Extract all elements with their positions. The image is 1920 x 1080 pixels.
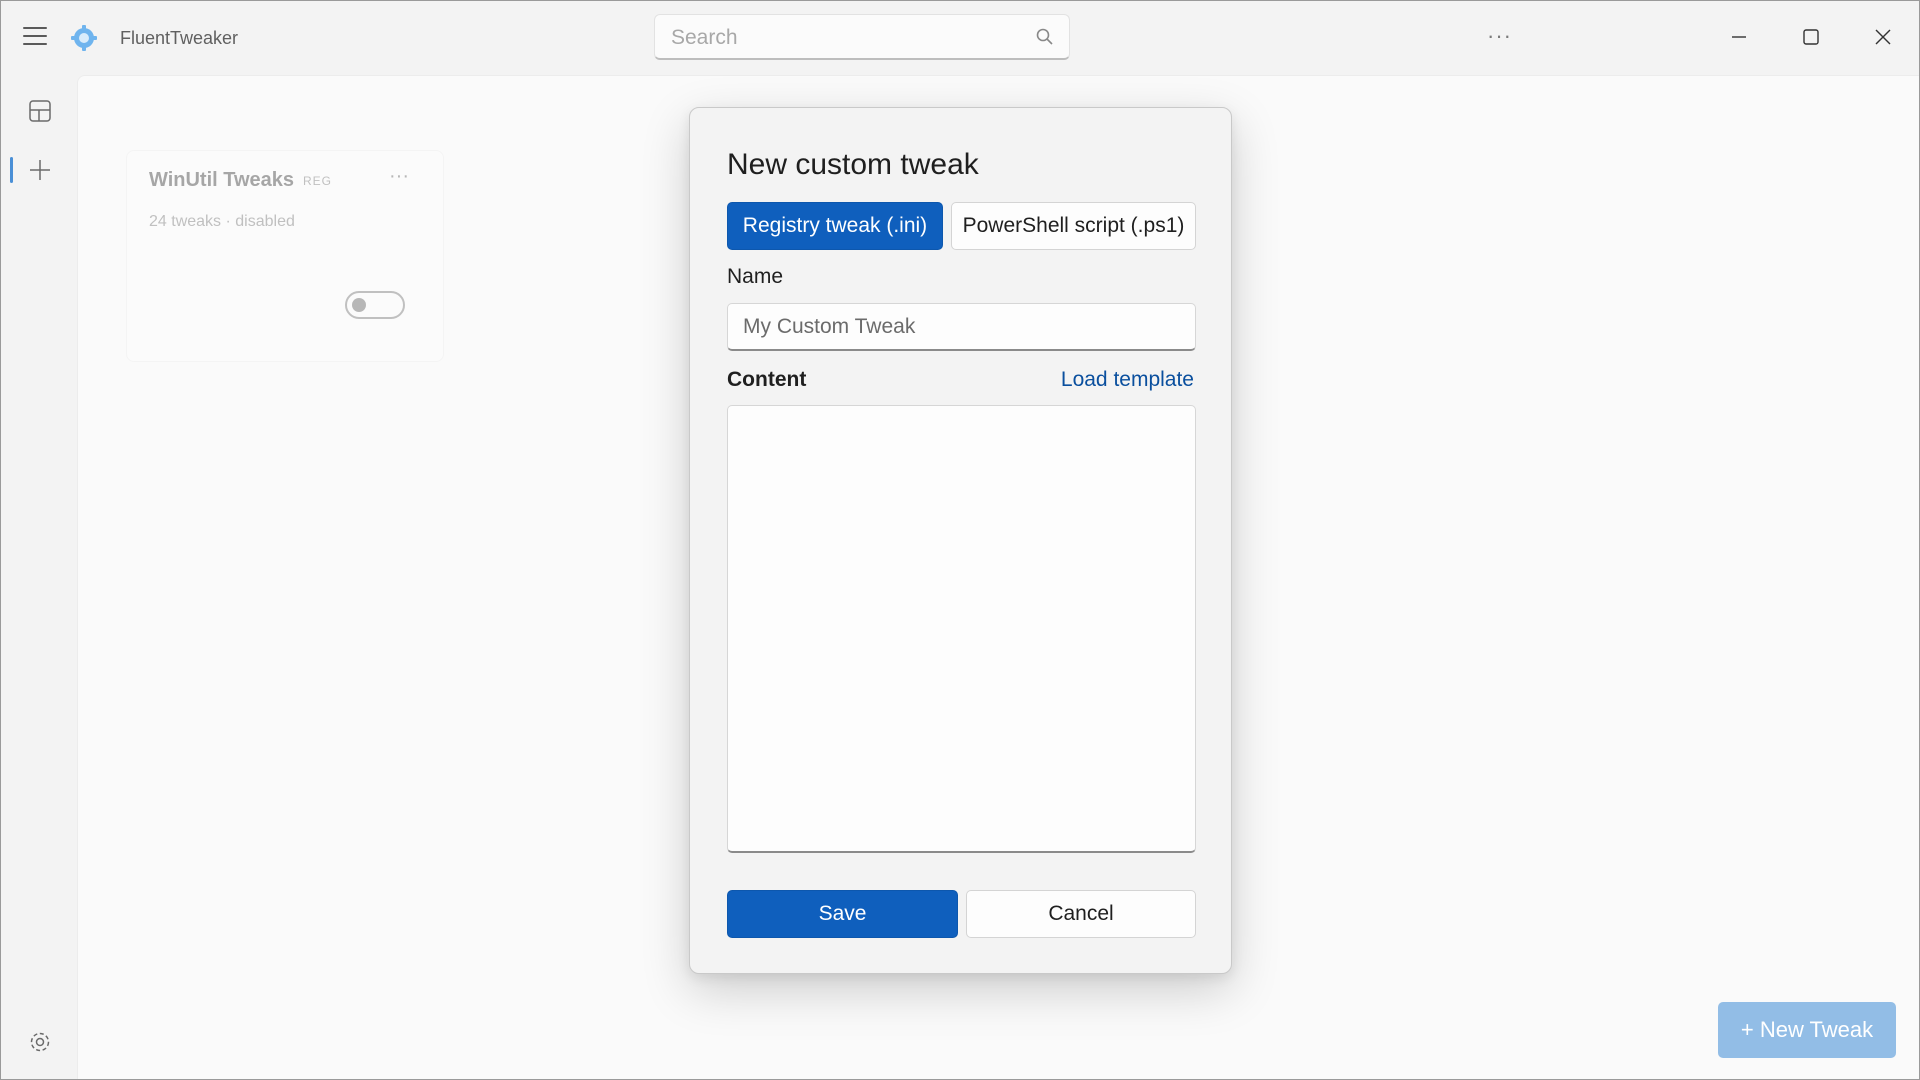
content-textarea[interactable]	[727, 405, 1196, 853]
search-input[interactable]	[669, 23, 1013, 53]
title-bar: FluentTweaker ···	[1, 1, 1919, 75]
name-label: Name	[727, 265, 784, 288]
tweak-enable-toggle[interactable]	[345, 291, 405, 319]
name-input[interactable]	[727, 303, 1196, 351]
search-box[interactable]	[654, 14, 1070, 60]
minimize-button[interactable]	[1719, 19, 1759, 55]
new-tweak-button[interactable]: + New Tweak	[1718, 1002, 1896, 1058]
tweak-card-subtitle: 24 tweaks · disabled	[149, 213, 295, 230]
segment-powershell-script[interactable]: PowerShell script (.ps1)	[951, 202, 1196, 250]
maximize-icon	[1803, 29, 1819, 45]
save-button[interactable]: Save	[727, 890, 958, 938]
new-tweak-dialog: New custom tweak Registry tweak (.ini) P…	[689, 107, 1232, 974]
app-window: FluentTweaker ···	[0, 0, 1920, 1080]
app-logo-icon	[71, 25, 97, 51]
hamburger-menu-icon[interactable]	[23, 27, 47, 47]
settings-gear-icon[interactable]	[27, 1029, 53, 1055]
dialog-title: New custom tweak	[727, 148, 979, 181]
toggle-knob	[352, 298, 366, 312]
load-template-link[interactable]: Load template	[1061, 368, 1194, 392]
nav-selection-indicator	[10, 157, 13, 183]
minimize-icon	[1732, 36, 1746, 38]
close-icon	[1875, 29, 1891, 45]
tweak-type-badge: REG	[303, 174, 333, 188]
more-options-icon[interactable]: ···	[1487, 23, 1512, 49]
maximize-button[interactable]	[1791, 19, 1831, 55]
nav-tweaks-icon[interactable]	[27, 98, 53, 124]
segment-registry-tweak[interactable]: Registry tweak (.ini)	[727, 202, 943, 250]
nav-add-icon[interactable]	[27, 157, 53, 183]
card-more-icon[interactable]: ···	[389, 165, 409, 188]
app-title: FluentTweaker	[120, 28, 239, 48]
search-icon[interactable]	[1035, 27, 1055, 47]
tweak-card-title: WinUtil Tweaks	[149, 169, 295, 191]
cancel-button[interactable]: Cancel	[966, 890, 1196, 938]
tweak-card[interactable]: WinUtil Tweaks REG ··· 24 tweaks · disab…	[126, 150, 444, 362]
close-window-button[interactable]	[1863, 19, 1903, 55]
content-label: Content	[727, 368, 807, 391]
